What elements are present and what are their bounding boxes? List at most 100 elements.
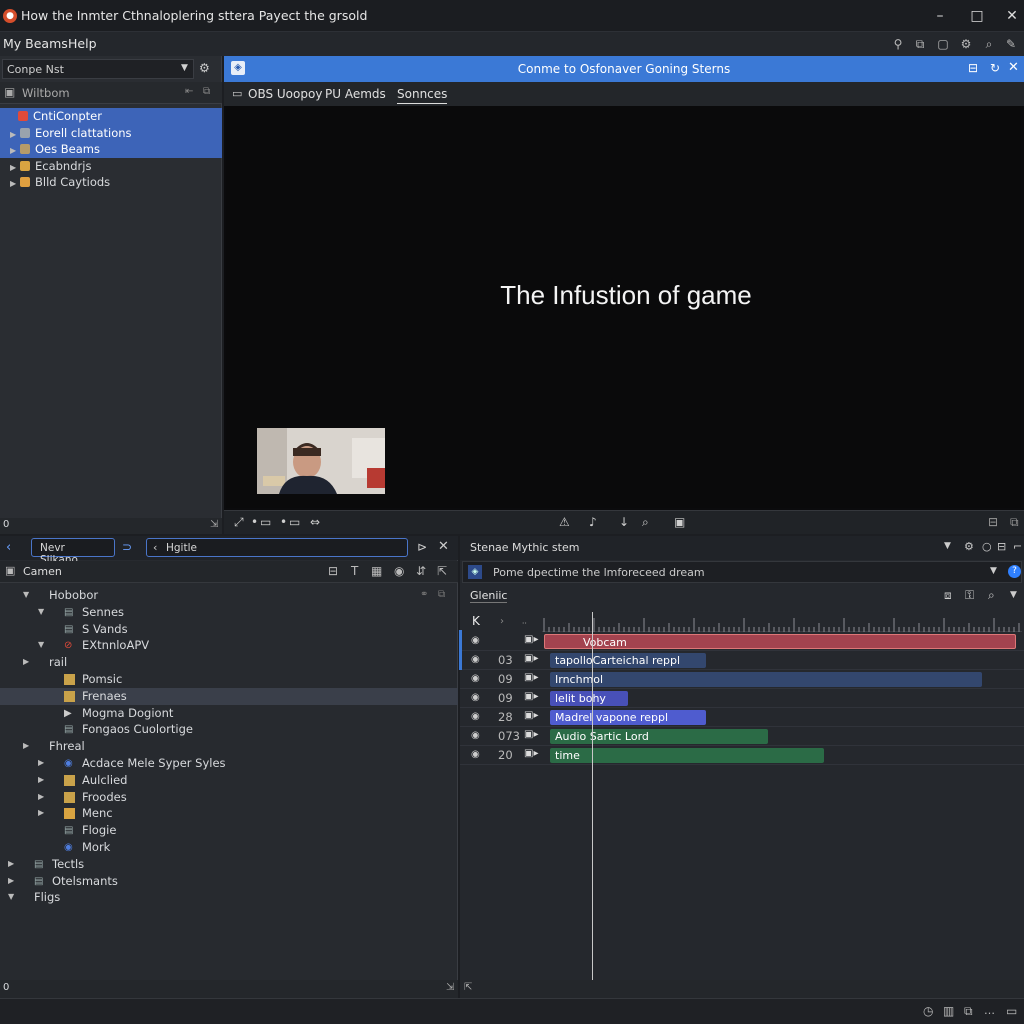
visibility-icon[interactable]: ◉: [471, 749, 480, 760]
source-tree-item[interactable]: ▼ Hobobor: [0, 587, 458, 604]
float-icon[interactable]: ⧉: [1010, 515, 1019, 530]
maximize-button[interactable]: □: [965, 5, 989, 27]
source-tree-item[interactable]: ▤ Flogie: [0, 822, 458, 839]
visibility-icon[interactable]: ◉: [471, 635, 480, 646]
menu-my-beams[interactable]: My Beams: [3, 36, 68, 51]
nav-pill[interactable]: Nevr Slikano...: [31, 538, 115, 566]
timeline-search[interactable]: ◈ Pome dpectime the lmforeceed dream ▼ ?: [462, 561, 1022, 583]
lock-icon[interactable]: ⚿: [965, 588, 974, 603]
source-tree-item[interactable]: ▤ Fongaos Cuolortige: [0, 721, 458, 738]
toolbar-record-icon[interactable]: ▢: [935, 36, 951, 52]
toolbar-search-icon[interactable]: ⌕: [981, 36, 997, 52]
export-icon[interactable]: ⇱: [437, 564, 447, 578]
timeline-ruler[interactable]: [542, 606, 1024, 632]
expand-arrow-icon[interactable]: ▶: [38, 789, 44, 806]
expand-arrow-icon[interactable]: ▶: [23, 738, 29, 755]
search-icon[interactable]: ⌕: [988, 588, 995, 603]
toolbar-settings-icon[interactable]: ⚙: [958, 36, 974, 52]
timeline-clip[interactable]: tapolloCarteichal reppl: [550, 653, 706, 668]
settings-icon[interactable]: ⚙: [964, 540, 974, 553]
source-tree-item[interactable]: ▶ ▤ Tectls: [0, 856, 458, 873]
collapse-icon[interactable]: ⌐: [1013, 540, 1022, 553]
search-input[interactable]: ‹ Hgitle: [146, 538, 408, 557]
source-tree-item[interactable]: ▤ S Vands: [0, 621, 458, 638]
scene-tree-item[interactable]: ▶ Blld Caytiods: [0, 174, 222, 191]
timeline-clip[interactable]: lelit bohy: [550, 691, 628, 706]
source-tree-item[interactable]: Frenaes: [0, 687, 458, 705]
timeline-track[interactable]: ◉ 20 ▣▸ time: [460, 746, 1024, 765]
timeline-clip[interactable]: Vobcam: [544, 634, 1016, 649]
expand-arrow-icon[interactable]: ▼: [8, 889, 14, 906]
source-tree-item[interactable]: ▶ ◉ Acdace Mele Syper Syles: [0, 755, 458, 772]
timeline-clip[interactable]: Audio Sartic Lord: [550, 729, 768, 744]
link-icon[interactable]: ⚭: [420, 589, 428, 600]
down-arrow-icon[interactable]: ↓: [619, 515, 629, 529]
source-tree-item[interactable]: ▼ ⊘ EXtnnloAPV: [0, 637, 458, 654]
float-icon[interactable]: ⧉: [203, 86, 210, 97]
clear-icon[interactable]: ✕: [438, 539, 449, 554]
expand-arrow-icon[interactable]: ▶: [38, 772, 44, 789]
source-tree-item[interactable]: ▶ Froodes: [0, 789, 458, 806]
expand-arrow-icon[interactable]: ▶: [23, 654, 29, 671]
list-view-icon[interactable]: ⊟: [328, 564, 338, 578]
close-icon[interactable]: ✕: [1008, 60, 1019, 75]
timeline-track[interactable]: ◉ ▣▸ Vobcam: [460, 632, 1024, 651]
timeline-track[interactable]: ◉ 09 ▣▸ Irnchmol: [460, 670, 1024, 689]
columns-icon[interactable]: ▥: [943, 1004, 954, 1018]
filter-icon[interactable]: ⊳: [417, 540, 427, 554]
visibility-icon[interactable]: ◉: [471, 711, 480, 722]
dock-icon[interactable]: ⊟: [988, 515, 998, 529]
source-tree-item[interactable]: ▶ Fhreal: [0, 738, 458, 755]
timeline-track[interactable]: ◉ 073 ▣▸ Audio Sartic Lord: [460, 727, 1024, 746]
scene-dropdown[interactable]: Conpe Nst ▼: [2, 59, 194, 79]
warning-icon[interactable]: ⚠: [559, 515, 570, 529]
source-tree-item[interactable]: ▶ Mogma Dogiont: [0, 705, 458, 722]
gear-icon[interactable]: ⚙: [199, 61, 210, 75]
source-tree-item[interactable]: ▶ rail: [0, 654, 458, 671]
timeline-track[interactable]: ◉ 09 ▣▸ lelit bohy: [460, 689, 1024, 708]
crop-icon[interactable]: ▭: [289, 515, 300, 529]
minimize-button[interactable]: –: [928, 5, 952, 27]
dots-icon[interactable]: …: [984, 1004, 995, 1017]
circle-icon[interactable]: ○: [982, 540, 992, 553]
refresh-icon[interactable]: ↻: [990, 61, 1000, 75]
chevron-down-icon[interactable]: ▼: [990, 566, 997, 576]
expand-arrow-icon[interactable]: ▶: [38, 755, 44, 772]
timeline-track[interactable]: ◉ 28 ▣▸ Madrel vapone reppl: [460, 708, 1024, 727]
chevron-right-icon[interactable]: ›: [500, 616, 504, 627]
expand-arrow-icon[interactable]: ▶: [8, 856, 14, 873]
toolbar-tool-icon[interactable]: ✎: [1003, 36, 1019, 52]
eye-icon[interactable]: ◉: [394, 564, 404, 578]
visibility-icon[interactable]: ◉: [471, 692, 480, 703]
layout-icon[interactable]: ⧉: [964, 1004, 973, 1019]
zoom-icon[interactable]: ⌕: [642, 515, 649, 530]
source-tree-item[interactable]: ▶ Aulclied: [0, 772, 458, 789]
toolbar-link-icon[interactable]: ⚲: [890, 36, 906, 52]
expand-arrow-icon[interactable]: ▶: [38, 805, 44, 822]
scene-tree-item[interactable]: ▶ Oes Beams: [0, 141, 222, 158]
expand-arrow-icon[interactable]: ▼: [23, 587, 29, 604]
resize-icon[interactable]: ⇲: [446, 982, 454, 993]
dock-icon[interactable]: ⊟: [968, 61, 978, 75]
expand-arrow-icon[interactable]: ▼: [38, 604, 44, 621]
scene-tree-item[interactable]: ▶ Ecabndrjs: [0, 158, 222, 175]
transform-icon[interactable]: ⤢: [234, 515, 244, 530]
text-icon[interactable]: T: [351, 564, 358, 578]
expand-arrow-icon[interactable]: ▶: [8, 873, 14, 890]
tab-sources[interactable]: Sonnces: [397, 87, 448, 104]
forward-icon[interactable]: ⊃: [122, 540, 132, 554]
rect-select-icon[interactable]: ▭: [260, 515, 271, 529]
expand-arrow-icon[interactable]: ▼: [38, 637, 44, 654]
source-tree-item[interactable]: ▼ Fligs: [0, 889, 458, 906]
scene-tree-item[interactable]: ▶ Eorell clattations: [0, 124, 222, 141]
tab-plugins[interactable]: PU Aemds: [325, 87, 386, 101]
scene-tree-item[interactable]: CntiConpter: [0, 108, 222, 125]
tab-obs[interactable]: OBS Uoopoy: [248, 87, 322, 101]
menu-help[interactable]: Help: [68, 36, 97, 51]
calendar-icon[interactable]: ▦: [371, 564, 382, 578]
visibility-icon[interactable]: ◉: [471, 673, 480, 684]
snap-icon[interactable]: ⧈: [944, 588, 952, 603]
visibility-icon[interactable]: ◉: [471, 654, 480, 665]
source-tree-item[interactable]: ▼ ▤ Sennes: [0, 604, 458, 621]
source-tree-item[interactable]: ▶ ▤ Otelsmants: [0, 873, 458, 890]
